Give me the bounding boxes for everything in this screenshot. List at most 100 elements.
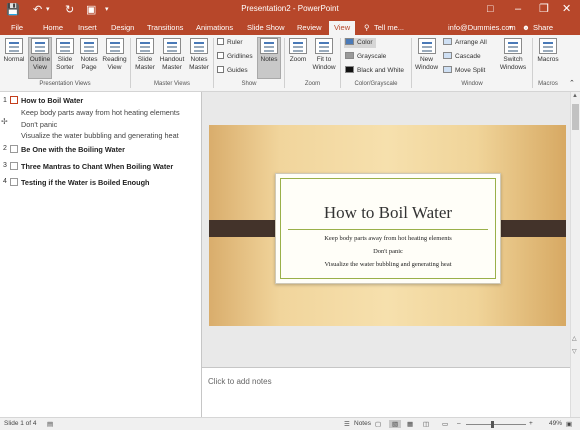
notes-master-button[interactable]: Notes Master <box>187 38 211 72</box>
slide-bullet[interactable]: Visualize the water bubbling and generat… <box>276 261 500 268</box>
slide-master-button[interactable]: Slide Master <box>133 38 157 72</box>
slide-title[interactable]: How to Boil Water <box>276 203 500 223</box>
grayscale-label: Grayscale <box>357 53 387 60</box>
slide-icon[interactable] <box>10 145 18 153</box>
tab-review[interactable]: Review <box>297 21 322 35</box>
move-split-button[interactable]: Move Split <box>443 66 485 76</box>
normal-view-button[interactable]: Normal <box>2 38 26 64</box>
new-window-button[interactable]: New Window <box>413 38 440 72</box>
normal-view-status-icon[interactable]: ▧ <box>389 420 402 428</box>
slide-icon[interactable] <box>10 96 18 104</box>
tab-insert[interactable]: Insert <box>78 21 97 35</box>
outline-bullet[interactable]: Keep body parts away from hot heating el… <box>21 108 180 117</box>
checkbox-icon <box>217 66 224 73</box>
close-icon[interactable]: ✕ <box>562 2 571 16</box>
slide-bullet[interactable]: Don't panic <box>276 248 500 255</box>
switch-windows-button[interactable]: Switch Windows <box>496 38 530 72</box>
color-button[interactable]: Color <box>344 38 376 48</box>
group-label-zoom: Zoom <box>304 81 321 87</box>
zoom-level[interactable]: 49% <box>549 420 562 427</box>
notes-placeholder[interactable]: Click to add notes <box>208 377 272 386</box>
guides-checkbox[interactable]: Guides <box>217 66 248 76</box>
outline-slide-title[interactable]: Three Mantras to Chant When Boiling Wate… <box>21 162 173 171</box>
slide-counter: Slide 1 of 4 <box>4 420 37 427</box>
outline-view-icon <box>31 38 49 54</box>
outline-pane[interactable]: 1 How to Boil Water Keep body parts away… <box>0 92 202 417</box>
account-name[interactable]: info@Dummies.com <box>448 21 516 35</box>
tab-file[interactable]: File <box>11 21 23 35</box>
collapse-ribbon-icon[interactable]: ⌃ <box>569 80 575 88</box>
slide-number: 2 <box>3 145 7 152</box>
arrange-all-button[interactable]: Arrange All <box>443 38 487 48</box>
notes-page-button[interactable]: Notes Page <box>78 38 100 72</box>
fit-to-window-button[interactable]: Fit to Window <box>311 38 337 72</box>
reading-view-status-icon[interactable]: ◫ <box>423 420 429 428</box>
arrange-all-label: Arrange All <box>455 39 487 46</box>
outline-bullet[interactable]: Don't panic <box>21 120 57 129</box>
notes-pane[interactable]: Click to add notes <box>202 367 570 417</box>
slide-sorter-icon <box>56 38 74 54</box>
tab-transitions[interactable]: Transitions <box>147 21 183 35</box>
cascade-button[interactable]: Cascade <box>443 52 481 62</box>
tab-slide-show[interactable]: Slide Show <box>247 21 285 35</box>
zoom-slider[interactable] <box>466 424 526 425</box>
slideshow-status-icon[interactable]: ▭ <box>442 420 448 428</box>
gridlines-checkbox[interactable]: Gridlines <box>217 52 253 62</box>
fit-slide-icon[interactable]: ▣ <box>566 420 572 428</box>
reading-view-label: Reading View <box>102 56 127 71</box>
account-dropdown-icon[interactable]: ▾ <box>509 21 512 35</box>
slide-bullet[interactable]: Keep body parts away from hot heating el… <box>276 235 500 242</box>
tell-me-box[interactable]: Tell me... <box>374 21 404 35</box>
zoom-in-icon[interactable]: + <box>529 420 533 427</box>
macros-label: Macros <box>537 56 559 63</box>
grayscale-button[interactable]: Grayscale <box>345 52 386 62</box>
slide-icon[interactable] <box>10 178 18 186</box>
scroll-up-icon[interactable]: ▲ <box>572 93 578 99</box>
restore-icon[interactable]: ❐ <box>539 2 549 16</box>
black-and-white-button[interactable]: Black and White <box>345 66 404 76</box>
slide[interactable]: How to Boil Water Keep body parts away f… <box>209 125 566 326</box>
next-slide-icon[interactable]: ▽ <box>572 348 577 355</box>
scrollbar-thumb[interactable] <box>572 104 579 130</box>
reading-view-icon <box>105 38 124 54</box>
slide-band-left <box>209 220 275 237</box>
outline-slide-title[interactable]: How to Boil Water <box>21 96 83 105</box>
switch-windows-icon <box>504 38 522 54</box>
reading-view-button[interactable]: Reading View <box>101 38 128 72</box>
tab-home[interactable]: Home <box>43 21 63 35</box>
tab-animations[interactable]: Animations <box>196 21 233 35</box>
group-label-color-grayscale: Color/Grayscale <box>354 81 398 87</box>
handout-master-label: Handout Master <box>159 56 185 71</box>
ribbon-display-icon[interactable]: □ <box>487 2 494 16</box>
spell-check-icon[interactable]: ▤ <box>47 420 53 428</box>
outline-view-button[interactable]: Outline View <box>28 37 52 79</box>
ribbon-tabs: File Home Insert Design Transitions Anim… <box>0 21 580 35</box>
prev-slide-icon[interactable]: △ <box>572 335 577 342</box>
share-icon[interactable]: ☻ <box>522 21 530 35</box>
minimize-icon[interactable]: – <box>515 2 521 16</box>
vertical-scrollbar[interactable]: ▲ △ ▽ <box>570 92 580 417</box>
zoom-out-icon[interactable]: – <box>457 420 461 427</box>
outline-slide-title[interactable]: Be One with the Boiling Water <box>21 145 125 154</box>
slide-icon[interactable] <box>10 162 18 170</box>
guides-label: Guides <box>227 67 248 74</box>
outline-slide-title[interactable]: Testing if the Water is Boiled Enough <box>21 178 150 187</box>
slide-number: 1 <box>3 97 7 104</box>
notes-toggle-icon[interactable]: ☰ <box>344 420 350 428</box>
ruler-checkbox[interactable]: Ruler <box>217 38 243 48</box>
notes-toggle[interactable]: Notes <box>354 420 371 427</box>
notes-button[interactable]: Notes <box>257 37 281 79</box>
handout-master-button[interactable]: Handout Master <box>158 38 186 72</box>
slide-sorter-button[interactable]: Slide Sorter <box>53 38 77 72</box>
zoom-slider-thumb[interactable] <box>491 421 494 428</box>
checkbox-icon <box>217 52 224 59</box>
tab-design[interactable]: Design <box>111 21 134 35</box>
tab-view[interactable]: View <box>329 21 356 35</box>
outline-bullet[interactable]: Visualize the water bubbling and generat… <box>21 131 179 140</box>
comment-icon[interactable]: ▢ <box>375 420 381 428</box>
slide-sorter-label: Slide Sorter <box>56 56 74 71</box>
macros-button[interactable]: Macros <box>535 38 561 64</box>
slide-sorter-status-icon[interactable]: ▦ <box>407 420 413 428</box>
zoom-button[interactable]: Zoom <box>287 38 309 64</box>
share-button[interactable]: Share <box>533 21 553 35</box>
